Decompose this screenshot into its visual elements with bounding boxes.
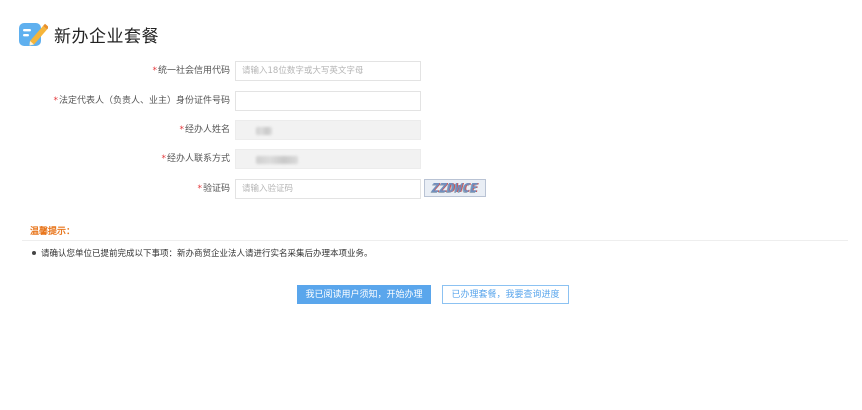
legal-representative-id-input[interactable] xyxy=(235,91,421,111)
redacted-value xyxy=(256,156,298,164)
bullet-icon xyxy=(32,251,36,255)
agent-name-field xyxy=(235,120,421,140)
form-row-credit-code: *统一社会信用代码 xyxy=(0,61,862,81)
edit-document-icon xyxy=(19,23,48,46)
captcha-input[interactable] xyxy=(235,179,421,199)
start-button[interactable]: 我已阅读用户须知，开始办理 xyxy=(297,285,431,304)
agent-phone-field xyxy=(235,149,421,169)
page-title: 新办企业套餐 xyxy=(54,26,159,47)
page-header: 新办企业套餐 xyxy=(18,18,159,50)
legal-representative-id-label: *法定代表人（负责人、业主）身份证件号码 xyxy=(53,96,230,106)
credit-code-label: *统一社会信用代码 xyxy=(152,66,230,76)
query-progress-button[interactable]: 已办理套餐，我要查询进度 xyxy=(442,285,569,304)
tip-text: 请确认您单位已提前完成以下事项：新办商贸企业法人请进行实名采集后办理本项业务。 xyxy=(41,249,373,259)
captcha-label: *验证码 xyxy=(197,184,230,194)
divider xyxy=(22,240,848,241)
tip-item: 请确认您单位已提前完成以下事项：新办商贸企业法人请进行实名采集后办理本项业务。 xyxy=(32,247,373,259)
captcha-text: ZZDWCE xyxy=(431,181,479,195)
form-row-legal-id: *法定代表人（负责人、业主）身份证件号码 xyxy=(0,91,862,111)
form-row-agent-phone: *经办人联系方式 xyxy=(0,149,862,169)
form-row-captcha: *验证码 ZZDWCE xyxy=(0,179,862,199)
captcha-image[interactable]: ZZDWCE xyxy=(424,179,486,197)
agent-phone-label: *经办人联系方式 xyxy=(161,154,230,164)
form-row-agent-name: *经办人姓名 xyxy=(0,120,862,140)
agent-name-label: *经办人姓名 xyxy=(179,125,230,135)
tips-title: 温馨提示： xyxy=(30,227,76,237)
redacted-value xyxy=(256,127,272,135)
credit-code-input[interactable] xyxy=(235,61,421,81)
